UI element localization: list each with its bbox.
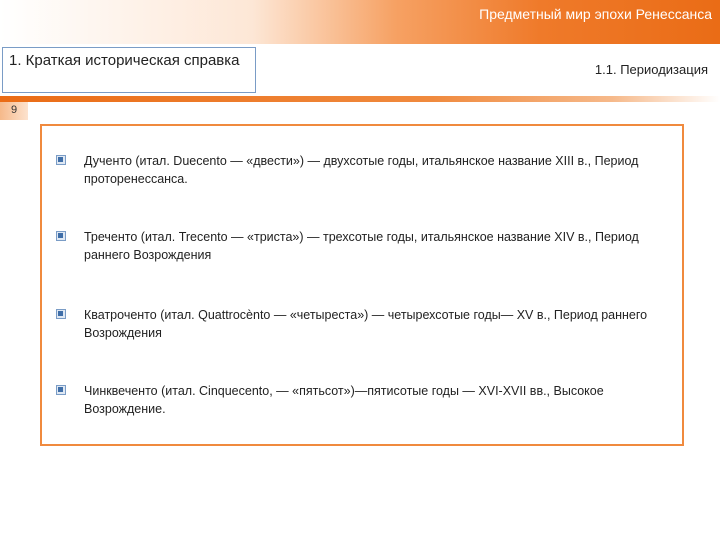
header-divider [0, 96, 720, 102]
header-bar: Предметный мир эпохи Ренессанса [0, 0, 720, 44]
checkbox-bullet-icon [56, 309, 66, 319]
checkbox-bullet-icon [56, 231, 66, 241]
subsection-title: 1.1. Периодизация [594, 62, 708, 77]
list-item-text: Треченто (итал. Trecento — «триста») — т… [84, 230, 639, 262]
section-title: 1. Краткая историческая справка [9, 52, 240, 69]
list-item-text: Кватроченто (итал. Quattrocènto — «четыр… [84, 308, 648, 340]
checkbox-bullet-icon [56, 385, 66, 395]
header-title: Предметный мир эпохи Ренессанса [479, 6, 712, 22]
page-number: 9 [0, 102, 28, 120]
checkbox-bullet-icon [56, 155, 66, 165]
content-box: Дученто (итал. Duecento — «двести») — дв… [40, 124, 684, 446]
section-title-box: 1. Краткая историческая справка [2, 47, 256, 93]
list-item-text: Дученто (итал. Duecento — «двести») — дв… [84, 154, 639, 186]
list-item-text: Чинквеченто (итал. Cinquecento, — «пятьс… [84, 384, 604, 416]
